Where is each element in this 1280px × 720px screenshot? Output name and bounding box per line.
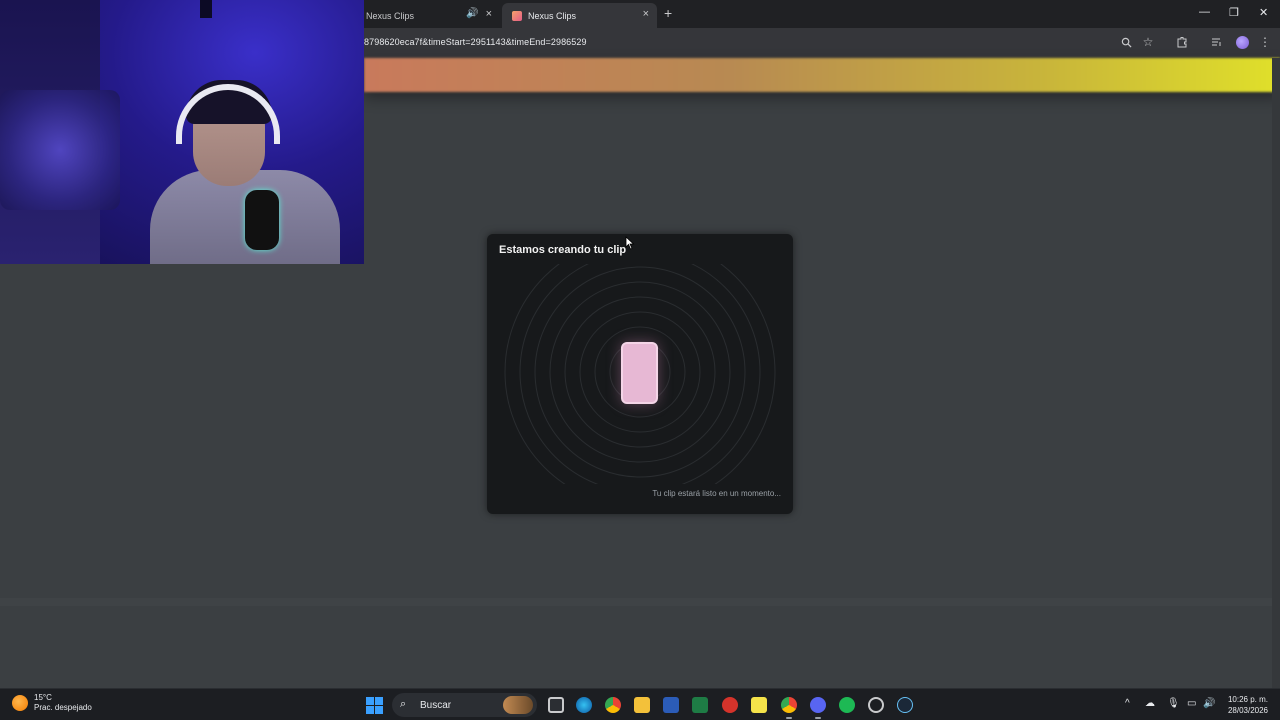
word-icon[interactable] xyxy=(663,697,679,713)
tray-cloud-icon[interactable]: ☁ xyxy=(1145,698,1155,709)
dialog-title: Estamos creando tu clip xyxy=(499,244,627,256)
page-divider xyxy=(0,598,1272,606)
tray-overflow-chevron-icon[interactable]: ^ xyxy=(1125,698,1130,709)
screen: Nexus Clips 🔊 × Nexus Clips × + — ❐ ✕ 87… xyxy=(0,0,1280,720)
mouse-cursor-icon xyxy=(625,236,635,250)
tray-volume-icon[interactable]: 🔊 xyxy=(1203,698,1215,709)
search-highlight-image xyxy=(503,696,533,714)
search-icon: ⌕ xyxy=(400,698,407,710)
tab-nexus-clips-inactive[interactable]: Nexus Clips 🔊 × xyxy=(360,3,500,28)
profile-avatar[interactable] xyxy=(1235,35,1249,49)
menu-kebab-icon[interactable]: ⋮ xyxy=(1258,35,1272,49)
excel-icon[interactable] xyxy=(692,697,708,713)
task-view-icon[interactable] xyxy=(548,697,564,713)
spotify-icon[interactable] xyxy=(839,697,855,713)
gradient-banner xyxy=(364,58,1280,92)
scrollbar[interactable] xyxy=(1272,58,1280,688)
webcam-background-object xyxy=(200,0,212,18)
windows-taskbar: 15°C Prac. despejado ⌕ Buscar ^ ☁ 🎙 ▭ 🔊 xyxy=(0,688,1280,720)
webcam-background-pattern xyxy=(0,90,120,210)
close-tab-icon[interactable]: × xyxy=(643,8,649,20)
bookmark-star-icon[interactable]: ☆ xyxy=(1141,35,1155,49)
close-tab-icon[interactable]: × xyxy=(486,8,492,20)
clip-creation-dialog: Estamos creando tu clip Tu clip estará l… xyxy=(487,234,793,514)
acrobat-icon[interactable] xyxy=(722,697,738,713)
chrome-icon[interactable] xyxy=(605,697,621,713)
taskbar-search-box[interactable]: ⌕ Buscar xyxy=(392,693,537,717)
maximize-window-icon[interactable]: ❐ xyxy=(1229,6,1239,19)
tab-title: Nexus Clips xyxy=(366,10,415,21)
clock-date: 28/03/2026 xyxy=(1227,706,1268,715)
dialog-status-text: Tu clip estará listo en un momento... xyxy=(652,489,781,498)
start-button-windows-icon[interactable] xyxy=(366,697,383,714)
vertical-clip-preview-icon xyxy=(621,342,658,404)
zoom-icon[interactable] xyxy=(1119,35,1133,49)
webcam-overlay xyxy=(0,0,364,264)
chrome-active-icon[interactable] xyxy=(781,697,797,719)
settings-gear-icon[interactable] xyxy=(868,697,884,713)
nexus-clips-favicon-icon xyxy=(512,10,522,21)
file-explorer-icon[interactable] xyxy=(634,697,650,713)
tray-network-icon[interactable]: ▭ xyxy=(1187,698,1196,709)
microphone-icon xyxy=(245,190,279,250)
minimize-window-icon[interactable]: — xyxy=(1199,6,1210,18)
steam-icon[interactable] xyxy=(897,697,913,713)
edge-browser-icon[interactable] xyxy=(576,697,592,713)
media-controls-icon[interactable] xyxy=(1210,35,1224,49)
clock-time: 10:26 p. m. xyxy=(1227,695,1268,704)
weather-condition: Prac. despejado xyxy=(34,703,92,712)
tab-title: Nexus Clips xyxy=(528,10,577,21)
search-label: Buscar xyxy=(420,699,452,711)
tab-nexus-clips-active[interactable]: Nexus Clips × xyxy=(502,3,657,28)
weather-temperature: 15°C xyxy=(34,693,52,702)
address-bar-url[interactable]: 8798620eca7f&timeStart=2951143&timeEnd=2… xyxy=(364,37,587,47)
close-window-icon[interactable]: ✕ xyxy=(1259,6,1268,19)
sticky-notes-icon[interactable] xyxy=(751,697,767,713)
weather-widget[interactable]: 15°C Prac. despejado xyxy=(12,693,92,713)
extensions-icon[interactable] xyxy=(1175,35,1189,49)
weather-sun-icon xyxy=(12,695,28,711)
discord-icon[interactable] xyxy=(810,697,826,719)
speaker-icon[interactable]: 🔊 xyxy=(466,8,478,19)
taskbar-clock[interactable]: 10:26 p. m. 28/03/2026 xyxy=(1228,694,1268,716)
tray-microphone-icon[interactable]: 🎙 xyxy=(1167,698,1180,709)
new-tab-button[interactable]: + xyxy=(664,5,672,21)
